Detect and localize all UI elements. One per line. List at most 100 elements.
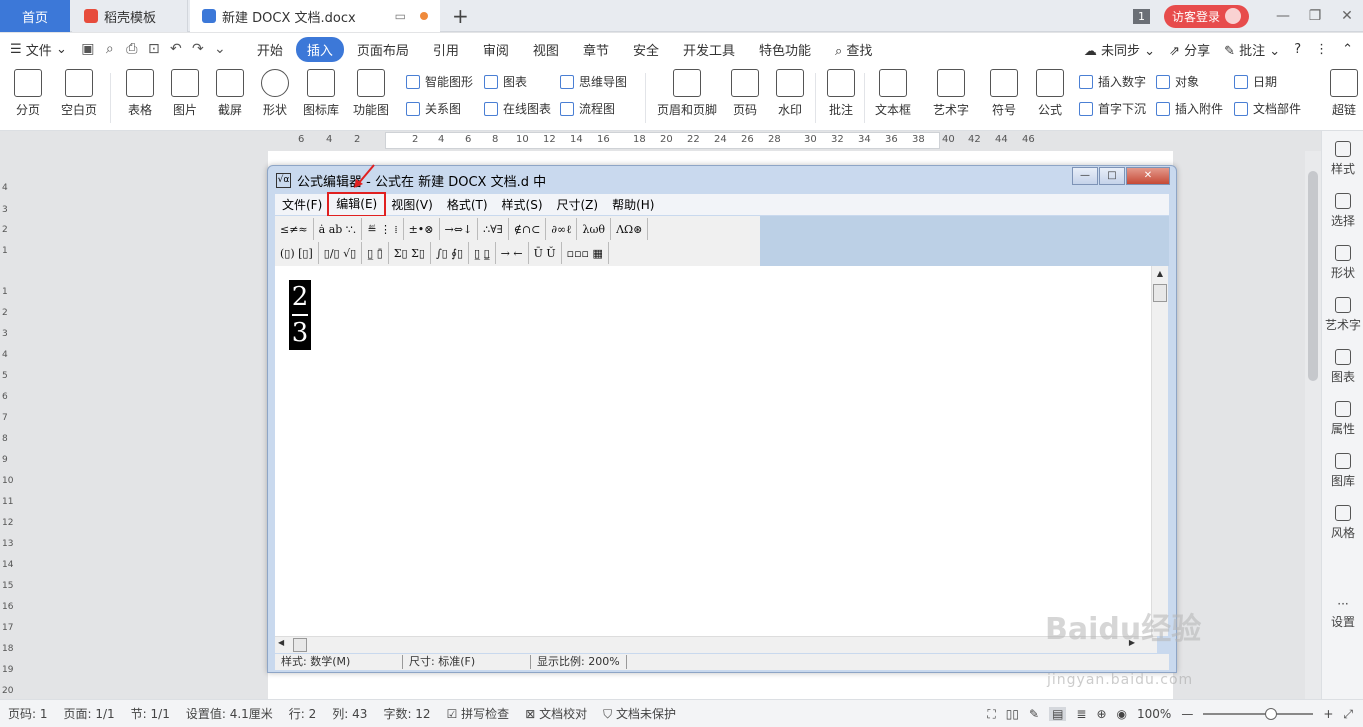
tab-chapter[interactable]: 章节 <box>572 37 620 62</box>
eq-menu-file[interactable]: 文件(F) <box>275 196 329 213</box>
reading-mode-icon[interactable]: ▯▯ <box>1006 707 1019 721</box>
eq-menu-format[interactable]: 格式(T) <box>440 196 495 213</box>
subscript-superscript-palette[interactable]: ▯̲ ▯̄ <box>362 242 389 264</box>
panel-theme[interactable]: 风格 <box>1322 505 1363 541</box>
insert-number-button[interactable]: 插入数字 <box>1079 73 1146 90</box>
share-button[interactable]: ⇗ 分享 <box>1169 40 1210 59</box>
login-button[interactable]: 访客登录 <box>1163 4 1249 28</box>
formula-button[interactable]: 公式 <box>1030 69 1070 118</box>
matrix-palette[interactable]: ▫▫▫ ▦ <box>562 242 609 264</box>
tab-template[interactable]: 稻壳模板 <box>72 0 188 32</box>
eq-close-icon[interactable]: ✕ <box>1126 167 1170 185</box>
date-button[interactable]: 日期 <box>1234 73 1277 90</box>
new-tab-button[interactable]: + <box>452 4 469 28</box>
hyperlink-button[interactable]: 超链 <box>1326 69 1362 118</box>
scroll-up-icon[interactable]: ▲ <box>1152 266 1168 282</box>
zoom-level[interactable]: 100% <box>1137 707 1171 721</box>
help-icon[interactable]: ? <box>1294 42 1301 57</box>
status-page-number[interactable]: 页码: 1 <box>0 705 56 722</box>
fraction-numerator[interactable]: 2 <box>289 280 311 314</box>
zoom-out-icon[interactable]: — <box>1181 707 1193 721</box>
monitor-icon[interactable]: ▭ <box>395 9 406 23</box>
watermark-button[interactable]: 水印 <box>770 69 810 118</box>
logic-symbols-palette[interactable]: ∴∀∃ <box>478 218 509 240</box>
panel-shape[interactable]: 形状 <box>1322 245 1363 281</box>
comment-button[interactable]: ✎ 批注 ⌄ <box>1224 40 1280 59</box>
eq-menu-help[interactable]: 帮助(H) <box>605 196 661 213</box>
status-col[interactable]: 列: 43 <box>324 705 375 722</box>
status-setting[interactable]: 设置值: 4.1厘米 <box>178 705 281 722</box>
unsaved-dot-icon[interactable] <box>420 12 428 20</box>
search-button[interactable]: ⌕ 查找 <box>824 37 883 62</box>
panel-wordart[interactable]: 艺术字 <box>1322 297 1363 333</box>
eq-menu-style[interactable]: 样式(S) <box>495 196 550 213</box>
fraction-denominator[interactable]: 3 <box>289 316 311 350</box>
panel-select[interactable]: 选择 <box>1322 193 1363 229</box>
print-icon[interactable]: ⎙ <box>121 41 143 57</box>
header-footer-button[interactable]: 页眉和页脚 <box>655 69 719 118</box>
focus-mode-icon[interactable]: ⛶ <box>987 707 995 722</box>
eq-menu-size[interactable]: 尺寸(Z) <box>550 196 606 213</box>
redo-icon[interactable]: ↷ <box>187 41 209 57</box>
symbol-button[interactable]: 符号 <box>984 69 1024 118</box>
hscroll-thumb[interactable] <box>293 638 307 652</box>
chart-button[interactable]: 图表 <box>484 73 527 90</box>
equation-canvas[interactable]: 2 3 <box>275 266 1157 636</box>
status-words[interactable]: 字数: 12 <box>375 705 438 722</box>
selected-fraction[interactable]: 2 3 <box>289 280 311 350</box>
relation-symbols-palette[interactable]: ≤≠≈ <box>275 218 314 240</box>
table-button[interactable]: 表格 <box>120 69 160 118</box>
spell-check-button[interactable]: ☑ 拼写检查 <box>439 705 518 722</box>
tab-references[interactable]: 引用 <box>422 37 470 62</box>
set-theory-palette[interactable]: ∉∩⊂ <box>509 218 547 240</box>
tab-insert[interactable]: 插入 <box>295 36 344 62</box>
online-chart-button[interactable]: 在线图表 <box>484 100 551 117</box>
summation-palette[interactable]: Σ▯ Σ▯ <box>389 242 431 264</box>
page-number-button[interactable]: 页码 <box>725 69 765 118</box>
status-page[interactable]: 页面: 1/1 <box>56 705 123 722</box>
attachment-button[interactable]: 插入附件 <box>1156 100 1223 117</box>
tab-developer[interactable]: 开发工具 <box>672 37 746 62</box>
window-count-badge[interactable]: 1 <box>1132 8 1150 24</box>
arrow-symbols-palette[interactable]: →⇔↓ <box>440 218 479 240</box>
icon-library-button[interactable]: 图标库 <box>300 69 342 118</box>
format-painter-icon[interactable]: ⌕ <box>99 41 121 57</box>
page-break-button[interactable]: 分页 <box>8 69 48 118</box>
embellishments-palette[interactable]: ≝ ⋮ ⁞ <box>362 218 404 240</box>
eq-minimize-icon[interactable]: — <box>1072 167 1098 185</box>
object-button[interactable]: 对象 <box>1156 73 1199 90</box>
wordart-button[interactable]: 艺术字 <box>928 69 974 118</box>
tab-active-document[interactable]: 新建 DOCX 文档.docx ▭ <box>190 0 440 32</box>
panel-chart[interactable]: 图表 <box>1322 349 1363 385</box>
mind-map-button[interactable]: 思维导图 <box>560 73 627 90</box>
eq-menu-view[interactable]: 视图(V) <box>384 196 440 213</box>
products-set-palette[interactable]: Ū Ŭ <box>529 242 562 264</box>
eq-menu-edit[interactable]: 编辑(E) <box>327 192 387 217</box>
panel-gallery[interactable]: 图库 <box>1322 453 1363 489</box>
horizontal-ruler[interactable]: 6 4 2 2 4 6 8 10 12 14 16 18 20 22 24 26… <box>0 131 1305 151</box>
tab-page-layout[interactable]: 页面布局 <box>346 37 420 62</box>
tab-security[interactable]: 安全 <box>622 37 670 62</box>
tab-start[interactable]: 开始 <box>246 37 294 62</box>
scroll-thumb[interactable] <box>1153 284 1167 302</box>
web-view-icon[interactable]: ⊕ <box>1096 707 1106 721</box>
greek-lower-palette[interactable]: λωθ <box>577 218 612 240</box>
proofread-button[interactable]: ⊠ 文档校对 <box>517 705 595 722</box>
document-scroll-thumb[interactable] <box>1308 171 1318 381</box>
status-section[interactable]: 节: 1/1 <box>123 705 178 722</box>
tab-review[interactable]: 审阅 <box>472 37 520 62</box>
labeled-arrow-palette[interactable]: → ← <box>496 242 529 264</box>
spaces-ellipses-palette[interactable]: ȧ ab ∵. <box>314 218 363 240</box>
fraction-radical-palette[interactable]: ▯/▯ √▯ <box>319 242 363 264</box>
protect-button[interactable]: ⛉ 文档未保护 <box>595 705 684 722</box>
collapse-ribbon-icon[interactable]: ⌃ <box>1342 42 1353 57</box>
undo-icon[interactable]: ↶ <box>165 41 187 57</box>
picture-button[interactable]: 图片 <box>165 69 205 118</box>
customize-icon[interactable]: ⌄ <box>209 41 231 57</box>
screenshot-button[interactable]: 截屏 <box>210 69 250 118</box>
underbar-overbar-palette[interactable]: ▯̲ ▯̳ <box>469 242 496 264</box>
panel-properties[interactable]: 属性 <box>1322 401 1363 437</box>
equation-vertical-scrollbar[interactable]: ▲ <box>1151 266 1168 636</box>
function-chart-button[interactable]: 功能图 <box>348 69 394 118</box>
shape-button[interactable]: 形状 <box>255 69 295 118</box>
